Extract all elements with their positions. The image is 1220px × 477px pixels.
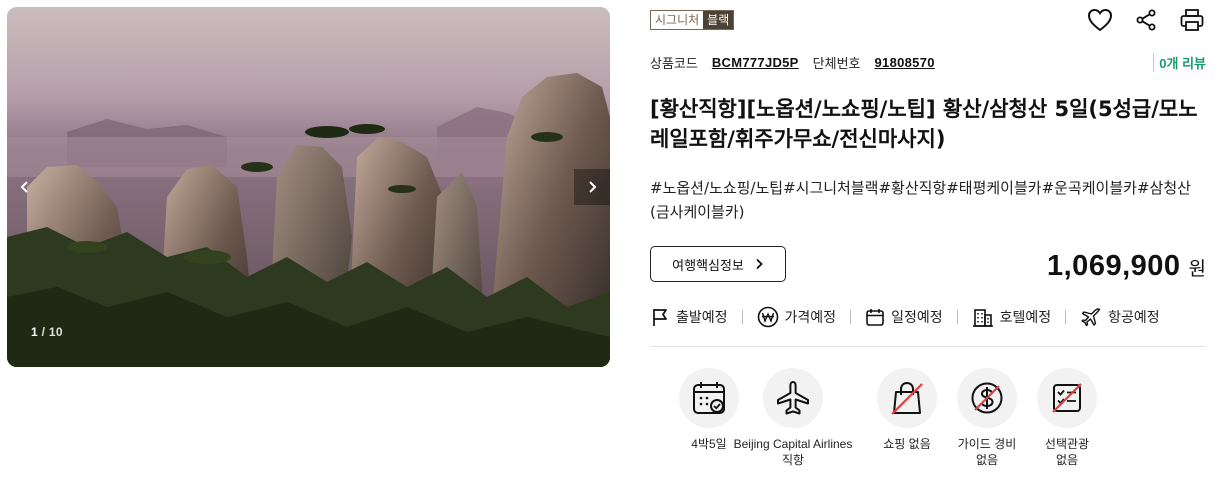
no-optional-tour-icon	[1052, 383, 1082, 413]
feature-airline-name: Beijing Capital Airlines	[733, 437, 853, 451]
review-count-link[interactable]: 0개 리뷰	[1153, 53, 1206, 72]
product-features: 4박5일 Beijing Capital Airlines 직항 쇼핑 없음 가…	[650, 368, 1210, 473]
schedule-divider	[1065, 310, 1067, 324]
product-codes: 상품코드 BCM777JD5P 단체번호 91808570 0개 리뷰	[650, 53, 1206, 72]
gallery-counter-total: 10	[48, 325, 63, 339]
calendar-check-icon	[693, 382, 725, 414]
wishlist-button[interactable]	[1086, 6, 1114, 34]
flight-schedule-label: 항공예정	[1108, 310, 1160, 326]
badge-part-1: 시그니처	[651, 11, 704, 29]
itinerary-schedule-item[interactable]: 일정예정	[865, 307, 943, 327]
product-price: 1,069,900 원	[1047, 250, 1206, 283]
flight-schedule-item[interactable]: 항공예정	[1080, 307, 1160, 327]
calendar-icon	[866, 309, 884, 326]
feature-no-shopping-label: 쇼핑 없음	[883, 436, 931, 452]
mountain-landscape-photo	[7, 7, 610, 367]
heart-icon	[1087, 8, 1113, 32]
section-divider	[650, 346, 1206, 347]
feature-airline-label: Beijing Capital Airlines 직항	[734, 436, 853, 468]
feature-duration-label: 4박5일	[691, 436, 726, 452]
product-code-value[interactable]: BCM777JD5P	[712, 55, 799, 70]
plane-icon	[1081, 308, 1101, 327]
key-travel-info-label: 여행핵심정보	[672, 258, 744, 274]
itinerary-schedule-label: 일정예정	[891, 310, 943, 326]
flag-icon	[653, 309, 667, 326]
key-travel-info-button[interactable]: 여행핵심정보	[650, 246, 786, 282]
share-icon	[1136, 9, 1156, 31]
departure-schedule-item[interactable]: 출발예정	[650, 307, 728, 327]
chevron-right-icon	[756, 258, 763, 270]
hotel-schedule-label: 호텔예정	[999, 310, 1052, 326]
won-icon	[757, 306, 778, 328]
price-schedule-label: 가격예정	[784, 310, 837, 326]
price-unit: 원	[1188, 258, 1206, 280]
schedule-divider	[956, 310, 958, 324]
product-hashtags: #노옵션/노쇼핑/노팁#시그니처블랙#황산직항#태평케이블카#운곡케이블카#삼청…	[650, 179, 1191, 221]
product-actions	[1086, 6, 1206, 34]
hotel-icon	[972, 309, 993, 327]
signature-black-badge: 시그니처 블랙	[650, 10, 735, 30]
print-button[interactable]	[1178, 6, 1206, 34]
feature-no-optional-tour: 선택관광 없음	[1007, 368, 1127, 468]
print-icon	[1180, 9, 1204, 31]
product-image-gallery[interactable]: 1 / 10	[7, 7, 610, 367]
gallery-counter-current: 1	[31, 325, 38, 339]
chevron-right-icon	[589, 181, 597, 193]
airplane-icon	[777, 381, 809, 415]
group-number-label: 단체번호	[812, 56, 861, 71]
product-title: [황산직항][노옵션/노쇼핑/노팁] 황산/삼청산 5일(5성급/모노레일포함/…	[650, 97, 1198, 151]
feature-no-optional-tour-line2: 없음	[1055, 453, 1079, 467]
feature-airline-circle	[763, 368, 823, 428]
badge-part-2: 블랙	[703, 11, 734, 29]
hotel-schedule-item[interactable]: 호텔예정	[972, 307, 1052, 327]
group-number-value[interactable]: 91808570	[875, 55, 935, 70]
schedule-status-bar: 출발예정 가격예정 일정예정 호텔예정 항공예정	[650, 306, 1206, 328]
share-button[interactable]	[1132, 6, 1160, 34]
feature-no-optional-tour-circle	[1037, 368, 1097, 428]
feature-duration-circle	[679, 368, 739, 428]
gallery-prev-button[interactable]	[7, 169, 43, 205]
feature-no-shopping-text: 쇼핑 없음	[883, 437, 931, 451]
no-shopping-icon	[891, 381, 923, 415]
feature-airline: Beijing Capital Airlines 직항	[733, 368, 853, 468]
schedule-divider	[741, 310, 743, 324]
no-guide-fee-icon	[971, 382, 1003, 414]
price-amount: 1,069,900	[1047, 250, 1181, 282]
departure-schedule-label: 출발예정	[676, 310, 728, 326]
feature-no-optional-tour-line1: 선택관광	[1044, 437, 1090, 451]
feature-duration-text: 4박5일	[691, 437, 727, 451]
feature-airline-type: 직항	[781, 453, 805, 467]
gallery-counter: 1 / 10	[31, 325, 63, 339]
feature-no-optional-tour-label: 선택관광 없음	[1045, 436, 1089, 468]
chevron-left-icon	[20, 181, 28, 193]
price-schedule-item[interactable]: 가격예정	[757, 306, 837, 328]
product-code-label: 상품코드	[650, 56, 698, 71]
schedule-divider	[850, 310, 852, 324]
gallery-next-button[interactable]	[574, 169, 610, 205]
product-info-panel: 시그니처 블랙 상품코드 BCM777JD5P 단체번호 91808570 0개…	[650, 0, 1210, 477]
